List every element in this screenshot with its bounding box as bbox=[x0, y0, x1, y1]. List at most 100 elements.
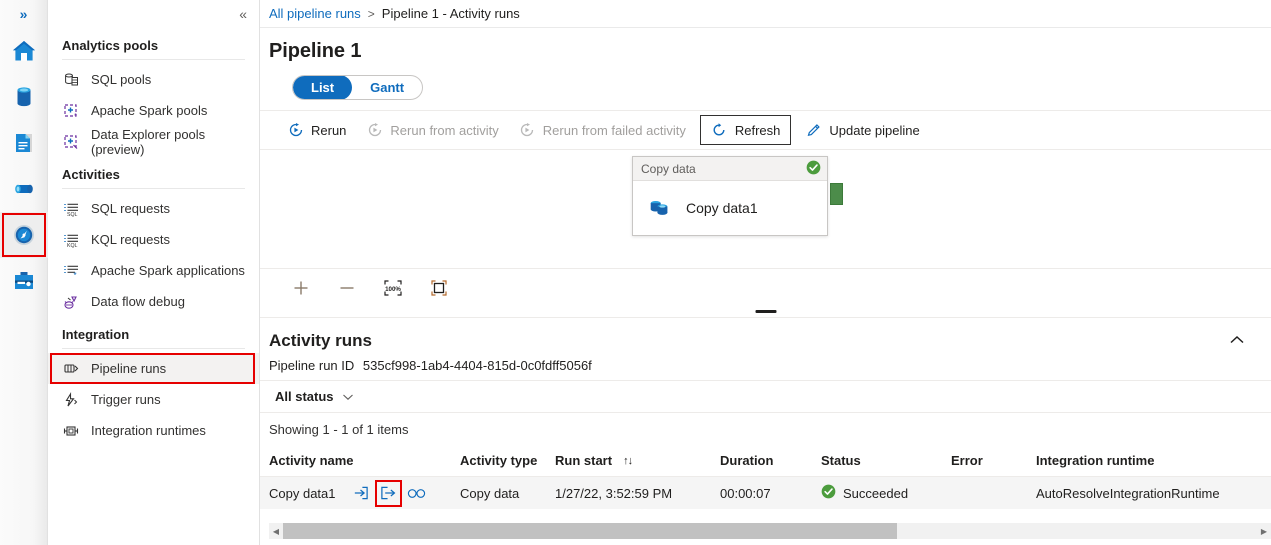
column-header-activity-name[interactable]: Activity name bbox=[260, 453, 460, 468]
column-header-duration[interactable]: Duration bbox=[720, 453, 821, 468]
svg-text:*: * bbox=[74, 113, 77, 119]
sort-toggle-icon[interactable]: ↑↓ bbox=[623, 455, 633, 467]
nav-item-trigger-runs[interactable]: Trigger runs bbox=[48, 384, 259, 415]
nav-item-sql-pools[interactable]: SQL pools bbox=[48, 64, 259, 95]
rail-item-develop[interactable] bbox=[0, 120, 48, 166]
nav-item-data-flow-debug[interactable]: Data flow debug bbox=[48, 286, 259, 317]
svg-text:SQL: SQL bbox=[67, 212, 77, 217]
column-header-integration-runtime[interactable]: Integration runtime bbox=[1036, 453, 1271, 468]
scrollbar-track[interactable] bbox=[283, 523, 1257, 539]
column-header-run-start[interactable]: Run start ↑↓ bbox=[555, 453, 720, 468]
nav-item-apache-spark-pools[interactable]: * Apache Spark pools bbox=[48, 95, 259, 126]
tab-gantt[interactable]: Gantt bbox=[352, 76, 422, 99]
breadcrumb-current: Pipeline 1 - Activity runs bbox=[381, 6, 520, 21]
svg-text:*: * bbox=[74, 271, 77, 279]
column-header-error[interactable]: Error bbox=[951, 453, 1036, 468]
nav-item-apache-spark-applications[interactable]: * Apache Spark applications bbox=[48, 255, 259, 286]
nav-group-title-activities: Activities bbox=[62, 167, 120, 182]
column-header-status[interactable]: Status bbox=[821, 453, 951, 468]
pipeline-run-id: Pipeline run ID 535cf998-1ab4-4404-815d-… bbox=[260, 354, 1271, 380]
synapse-monitor-page: » « Analytics pools SQL pools * Apache S… bbox=[0, 0, 1271, 545]
toolbox-icon bbox=[14, 272, 33, 289]
rerun-from-activity-button[interactable]: Rerun from activity bbox=[356, 115, 508, 145]
table-row[interactable]: Copy data1 Copy data 1/27/22, 3:52:59 PM… bbox=[260, 477, 1271, 509]
refresh-icon bbox=[711, 122, 728, 139]
svg-text:100%: 100% bbox=[385, 285, 401, 292]
breadcrumb-link-all-pipeline-runs[interactable]: All pipeline runs bbox=[269, 6, 361, 21]
scroll-left-arrow-icon[interactable]: ◀ bbox=[269, 527, 283, 536]
output-icon[interactable] bbox=[374, 479, 402, 507]
scroll-right-arrow-icon[interactable]: ▶ bbox=[1257, 527, 1271, 536]
rail-item-integrate[interactable] bbox=[0, 166, 48, 212]
tab-list[interactable]: List bbox=[293, 76, 353, 99]
pipeline-run-id-label: Pipeline run ID bbox=[269, 358, 355, 373]
canvas-controls: 100% bbox=[260, 268, 1271, 306]
rail-item-monitor[interactable] bbox=[0, 212, 48, 258]
scrollbar-thumb[interactable] bbox=[283, 523, 897, 539]
nav-item-data-explorer-pools[interactable]: Data Explorer pools (preview) bbox=[48, 126, 259, 157]
cell-activity-type: Copy data bbox=[460, 485, 520, 501]
nav-divider bbox=[62, 59, 245, 60]
view-pivot: List Gantt bbox=[260, 63, 1271, 110]
node-header: Copy data bbox=[633, 157, 827, 181]
update-pipeline-button[interactable]: Update pipeline bbox=[795, 115, 929, 145]
pipeline-canvas[interactable]: Copy data Copy data1 bbox=[260, 150, 1271, 268]
zoom-out-button[interactable] bbox=[334, 275, 360, 301]
pipeline-activity-node[interactable]: Copy data Copy data1 bbox=[632, 156, 828, 236]
nav-divider bbox=[62, 348, 245, 349]
monitor-gauge-icon bbox=[13, 225, 34, 245]
node-body: Copy data1 bbox=[633, 181, 827, 235]
nav-item-label: Integration runtimes bbox=[91, 423, 206, 438]
table-header-row: Activity name Activity type Run start ↑↓… bbox=[260, 445, 1271, 477]
activity-runs-collapse-button[interactable] bbox=[1221, 329, 1253, 352]
database-cylinder-icon bbox=[17, 87, 30, 107]
page-title: Pipeline 1 bbox=[269, 40, 362, 62]
column-header-run-start-label: Run start bbox=[555, 453, 613, 468]
horizontal-scrollbar[interactable]: ◀ ▶ bbox=[269, 523, 1271, 539]
input-icon[interactable] bbox=[350, 483, 371, 504]
details-icon[interactable] bbox=[406, 483, 427, 504]
nav-item-label: Data Explorer pools (preview) bbox=[91, 126, 206, 157]
integration-runtimes-icon bbox=[62, 422, 81, 440]
breadcrumb-separator-icon: > bbox=[367, 6, 375, 21]
activity-name-label: Copy data1 bbox=[269, 485, 336, 501]
splitter-grip[interactable] bbox=[755, 310, 776, 313]
nav-collapse-button[interactable]: « bbox=[48, 0, 259, 28]
rerun-from-failed-activity-button[interactable]: Rerun from failed activity bbox=[509, 115, 696, 145]
nav-item-pipeline-runs[interactable]: Pipeline runs bbox=[48, 353, 259, 384]
node-type-label: Copy data bbox=[641, 161, 696, 176]
status-filter-dropdown[interactable]: All status bbox=[269, 384, 360, 410]
rerun-button[interactable]: Rerun bbox=[277, 115, 356, 145]
nav-item-label: SQL pools bbox=[91, 72, 152, 87]
column-header-activity-type[interactable]: Activity type bbox=[460, 453, 555, 468]
nav-item-sql-requests[interactable]: SQL SQL requests bbox=[48, 193, 259, 224]
node-status-success-icon bbox=[806, 160, 821, 178]
data-flow-debug-icon bbox=[62, 293, 81, 311]
zoom-in-button[interactable] bbox=[288, 275, 314, 301]
nav-item-label: KQL requests bbox=[91, 232, 171, 247]
refresh-button[interactable]: Refresh bbox=[699, 115, 792, 145]
kql-requests-icon: KQL bbox=[62, 231, 81, 249]
nav-item-label: Data flow debug bbox=[91, 294, 185, 309]
nav-item-label: Trigger runs bbox=[91, 392, 161, 407]
rail-item-manage[interactable] bbox=[0, 258, 48, 304]
nav-item-integration-runtimes[interactable]: Integration runtimes bbox=[48, 415, 259, 446]
refresh-label: Refresh bbox=[734, 122, 781, 138]
cell-integration-runtime: AutoResolveIntegrationRuntime bbox=[1036, 485, 1220, 501]
sql-pools-icon bbox=[62, 71, 81, 89]
nav-item-kql-requests[interactable]: KQL KQL requests bbox=[48, 224, 259, 255]
nav-item-label: Apache Spark pools bbox=[91, 103, 208, 118]
chevron-double-right-icon: » bbox=[19, 6, 28, 22]
rail-expand-button[interactable]: » bbox=[0, 0, 47, 28]
pipeline-toolbar: Rerun Rerun from activity Rerun from fai… bbox=[260, 110, 1271, 150]
nav-item-label: Apache Spark applications bbox=[91, 263, 245, 278]
node-output-port[interactable] bbox=[830, 183, 843, 205]
rail-item-home[interactable] bbox=[0, 28, 48, 74]
node-name-label: Copy data1 bbox=[686, 200, 758, 216]
cell-activity-name: Copy data1 bbox=[260, 479, 460, 507]
fit-to-screen-button[interactable] bbox=[426, 275, 452, 301]
zoom-reset-button[interactable]: 100% bbox=[380, 275, 406, 301]
rerun-from-failed-activity-label: Rerun from failed activity bbox=[542, 122, 686, 138]
rail-item-data[interactable] bbox=[0, 74, 48, 120]
panel-splitter[interactable] bbox=[260, 306, 1271, 318]
